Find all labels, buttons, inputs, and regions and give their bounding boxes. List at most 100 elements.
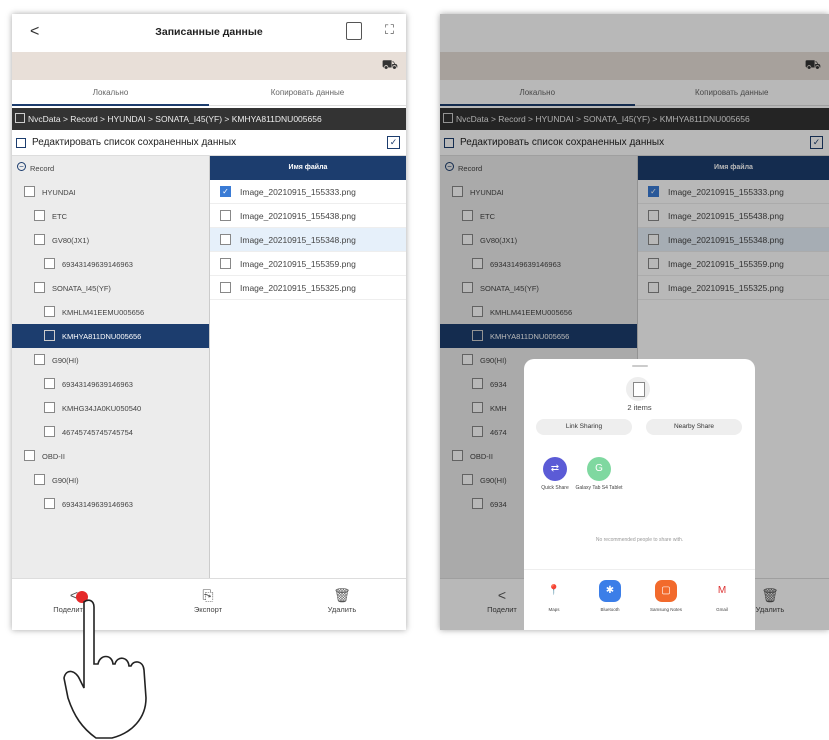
file-checkbox[interactable] <box>220 210 231 221</box>
tree-item[interactable]: KMHG34JA0KU050540 <box>12 396 209 420</box>
trash-icon: 🗑 <box>333 587 351 603</box>
tree-item[interactable]: G90(HI) <box>12 348 209 372</box>
link-sharing-button[interactable]: Link Sharing <box>536 419 632 435</box>
export-button[interactable]: ⎘ Экспорт <box>168 587 248 614</box>
folder-tree: − Record HYUNDAI ETC GV80(JX1) 69343149639146… <box>12 156 210 578</box>
file-name: Image_20210915_155333.png <box>240 187 356 197</box>
dock-app-icon: M <box>711 580 733 602</box>
tree-checkbox[interactable] <box>44 258 55 269</box>
right-phone-screen: ⛟ Локально Копировать данные NvcData > R… <box>440 14 829 630</box>
tree-item[interactable]: 69343149639146963 <box>12 492 209 516</box>
file-checkbox[interactable] <box>220 258 231 269</box>
tree-checkbox[interactable] <box>34 474 45 485</box>
tree-checkbox[interactable] <box>44 330 55 341</box>
tree-checkbox[interactable] <box>44 306 55 317</box>
nearby-share-button[interactable]: Nearby Share <box>646 419 742 435</box>
dock-app[interactable]: ▢ Samsung Notes <box>646 580 686 612</box>
tree-item-label: SONATA_I45(YF) <box>52 284 111 293</box>
breadcrumb-text: NvcData > Record > HYUNDAI > SONATA_I45(… <box>28 114 322 124</box>
file-row[interactable]: Image_20210915_155325.png <box>210 276 406 300</box>
dock-app[interactable]: 📍 Maps <box>534 580 574 612</box>
tree-item[interactable]: 46745745745745754 <box>12 420 209 444</box>
export-label: Экспорт <box>193 605 223 614</box>
header: < Записанные данные ⛶ <box>12 14 406 52</box>
file-name: Image_20210915_155348.png <box>240 235 356 245</box>
file-row[interactable]: Image_20210915_155359.png <box>210 252 406 276</box>
tree-item[interactable]: KMHYA811DNU005656 <box>12 324 209 348</box>
tree-item[interactable]: − Record <box>12 156 209 180</box>
share-target-icon: G <box>587 457 611 481</box>
tab-copy[interactable]: Копировать данные <box>209 88 406 97</box>
tree-checkbox[interactable] <box>34 282 45 293</box>
scan-icon[interactable]: ⛶ <box>385 22 394 38</box>
folder-icon <box>15 113 25 123</box>
tree-item-label: GV80(JX1) <box>52 236 90 245</box>
tree-checkbox[interactable] <box>24 186 35 197</box>
tree-item-label: G90(HI) <box>52 356 79 365</box>
tree-item[interactable]: OBD-II <box>12 444 209 468</box>
sheet-grabber[interactable] <box>632 365 648 367</box>
edit-label: Редактировать список сохраненных данных <box>32 137 237 148</box>
tree-item-label: G90(HI) <box>52 476 79 485</box>
pointing-hand-icon <box>63 599 147 739</box>
dock-app-icon: ✱ <box>599 580 621 602</box>
left-phone-screen: < Записанные данные ⛶ ⛟ Локально Копиров… <box>12 14 406 630</box>
file-name: Image_20210915_155438.png <box>240 211 356 221</box>
edit-icon <box>16 138 26 148</box>
tree-item[interactable]: GV80(JX1) <box>12 228 209 252</box>
tree-item-label: OBD-II <box>42 452 65 461</box>
tree-checkbox[interactable] <box>34 354 45 365</box>
tree-item[interactable]: KMHLM41EEMU005656 <box>12 300 209 324</box>
file-checkbox[interactable] <box>220 234 231 245</box>
tab-underline <box>12 104 209 106</box>
share-target-label: Galaxy Tab S4 Tablet <box>575 485 623 491</box>
collapse-icon[interactable]: − <box>17 162 26 171</box>
tree-item[interactable]: 69343149639146963 <box>12 372 209 396</box>
file-row[interactable]: Image_20210915_155438.png <box>210 204 406 228</box>
tree-item-label: KMHLM41EEMU005656 <box>62 308 145 317</box>
dock-app[interactable]: ✱ Bluetooth <box>590 580 630 612</box>
gallery-icon[interactable] <box>346 22 362 40</box>
share-target[interactable]: G Galaxy Tab S4 Tablet <box>574 457 624 491</box>
dock-app-label: Samsung Notes <box>649 607 683 612</box>
dock-app[interactable]: M Gmail <box>702 580 742 612</box>
tree-item[interactable]: G90(HI) <box>12 468 209 492</box>
file-checkbox[interactable]: ✓ <box>220 186 231 197</box>
dock-app-label: Gmail <box>716 607 728 612</box>
tree-checkbox[interactable] <box>34 234 45 245</box>
dock-app-icon: 📍 <box>543 580 565 602</box>
file-row[interactable]: ✓ Image_20210915_155333.png <box>210 180 406 204</box>
tree-checkbox[interactable] <box>44 378 55 389</box>
tree-checkbox[interactable] <box>34 210 45 221</box>
edit-list-row[interactable]: Редактировать список сохраненных данных ✓ <box>12 130 406 156</box>
file-list-header: Имя файла <box>210 156 406 180</box>
file-checkbox[interactable] <box>220 282 231 293</box>
tree-item[interactable]: 69343149639146963 <box>12 252 209 276</box>
no-recommended-text: No recommended people to share with. <box>595 537 684 543</box>
tree-item-label: KMHYA811DNU005656 <box>62 332 142 341</box>
items-count: 2 items <box>627 403 652 412</box>
share-target[interactable]: ⇄ Quick Share <box>530 457 580 491</box>
export-icon: ⎘ <box>202 587 214 603</box>
share-dock: 📍 Maps ✱ Bluetooth ▢ Samsung Notes M Gmail <box>524 569 755 630</box>
car-icon[interactable]: ⛟ <box>382 57 398 75</box>
tree-checkbox[interactable] <box>44 402 55 413</box>
tree-item-label: ETC <box>52 212 67 221</box>
tree-item[interactable]: ETC <box>12 204 209 228</box>
document-icon <box>626 377 650 401</box>
tree-item-label: 46745745745745754 <box>62 428 133 437</box>
tree-checkbox[interactable] <box>24 450 35 461</box>
dock-app-label: Maps <box>548 607 560 612</box>
delete-button[interactable]: 🗑 Удалить <box>302 587 382 614</box>
tree-checkbox[interactable] <box>44 498 55 509</box>
tree-item[interactable]: HYUNDAI <box>12 180 209 204</box>
tab-bar: Локально Копировать данные <box>12 80 406 106</box>
tab-local[interactable]: Локально <box>12 88 209 97</box>
select-all-checkbox[interactable]: ✓ <box>387 136 400 149</box>
vehicle-bar: ⛟ <box>12 52 406 80</box>
tree-item[interactable]: SONATA_I45(YF) <box>12 276 209 300</box>
share-sheet: 2 items Link Sharing Nearby Share ⇄ Quick… <box>524 359 755 630</box>
file-row[interactable]: Image_20210915_155348.png <box>210 228 406 252</box>
share-target-icon: ⇄ <box>543 457 567 481</box>
tree-checkbox[interactable] <box>44 426 55 437</box>
